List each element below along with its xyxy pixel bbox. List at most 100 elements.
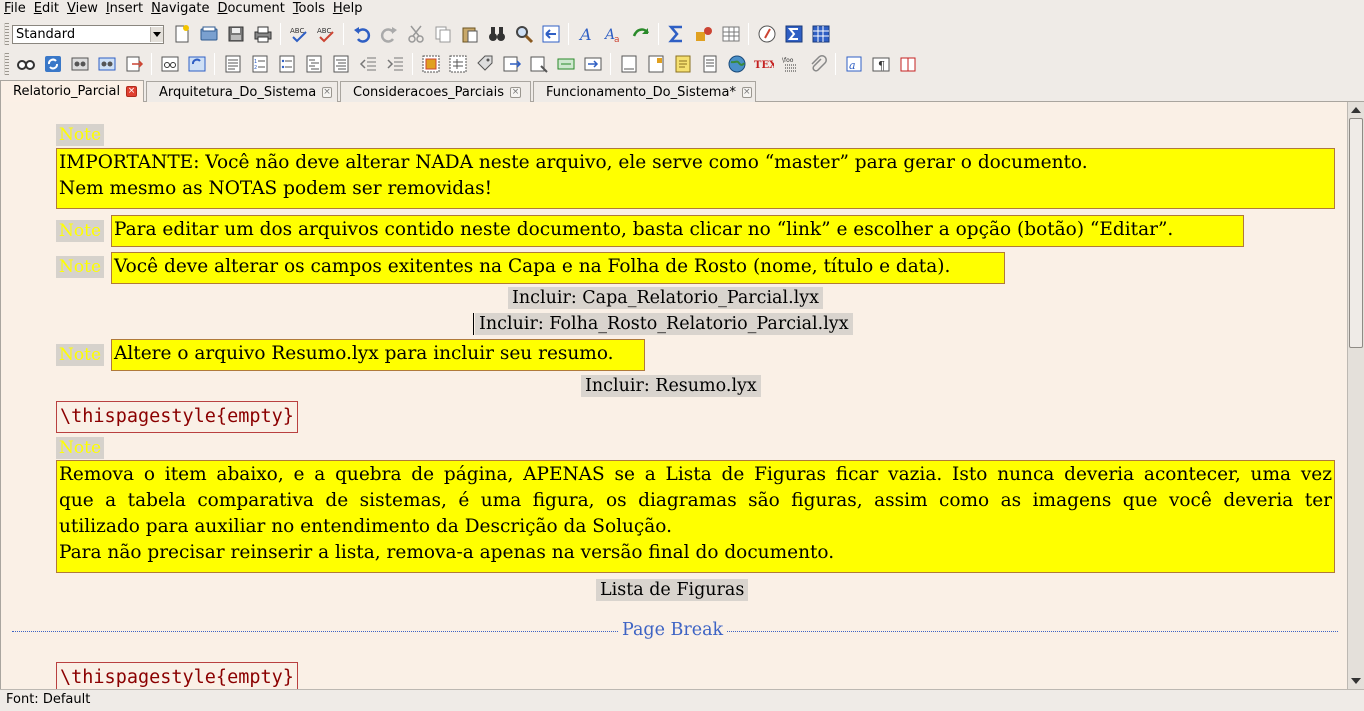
tab-funcionamento-do-sistema[interactable]: Funcionamento_Do_Sistema* × — [533, 81, 756, 102]
insert-attachment-button[interactable] — [806, 52, 830, 76]
print-button[interactable] — [251, 22, 275, 46]
close-icon[interactable]: × — [126, 86, 137, 97]
view-source-button[interactable] — [158, 52, 182, 76]
tab-arquitetura-do-sistema[interactable]: Arquitetura_Do_Sistema × — [146, 81, 338, 102]
vertical-scrollbar[interactable] — [1347, 102, 1364, 689]
close-icon[interactable]: × — [322, 86, 332, 98]
ert-inset-pagestyle[interactable]: \thispagestyle{empty} — [56, 401, 298, 433]
list-of-figures-inset[interactable]: Lista de Figuras — [596, 579, 749, 601]
insert-ert-button[interactable] — [698, 52, 722, 76]
redo-button[interactable] — [377, 22, 401, 46]
navigate-back-button[interactable] — [539, 22, 563, 46]
documentation-button[interactable] — [896, 52, 920, 76]
scrollbar-thumb[interactable] — [1349, 118, 1363, 348]
insert-table-float-button[interactable] — [446, 52, 470, 76]
view-master-button[interactable] — [68, 52, 92, 76]
ert-inset-pagestyle-2[interactable]: \thispagestyle{empty} — [56, 662, 298, 689]
update-source-button[interactable] — [185, 52, 209, 76]
itemize-button[interactable] — [275, 52, 299, 76]
description-button[interactable] — [302, 52, 326, 76]
note-label[interactable]: Note — [56, 220, 105, 242]
cut-button[interactable] — [404, 22, 428, 46]
scroll-down-icon[interactable] — [1350, 675, 1362, 687]
document-work-area[interactable]: Note IMPORTANTE: Você não deve alterar N… — [0, 102, 1347, 689]
note-label[interactable]: Note — [56, 437, 105, 459]
insert-box-button[interactable]: a — [842, 52, 866, 76]
include-resumo[interactable]: Incluir: Resumo.lyx — [581, 375, 761, 397]
menu-tools[interactable]: Tools — [289, 1, 329, 17]
note-label[interactable]: Note — [56, 256, 105, 278]
update-master-button[interactable] — [95, 52, 119, 76]
insert-margin-note-button[interactable] — [644, 52, 668, 76]
insert-math-macro-button[interactable]: \foo — [779, 52, 803, 76]
spellcheck-button[interactable]: ABC — [287, 22, 311, 46]
insert-cross-reference-button[interactable] — [500, 52, 524, 76]
toolbar-grip[interactable] — [4, 23, 9, 45]
paste-button[interactable] — [458, 22, 482, 46]
toggle-navigator-button[interactable] — [755, 22, 779, 46]
menu-help[interactable]: Help — [329, 1, 367, 17]
insert-table-button[interactable] — [719, 22, 743, 46]
menu-document[interactable]: Document — [213, 1, 288, 17]
scroll-up-icon[interactable] — [1350, 104, 1362, 116]
view-dvi-button[interactable] — [14, 52, 38, 76]
note-label[interactable]: Note — [56, 344, 105, 366]
tab-relatorio-parcial[interactable]: Relatorio_Parcial × — [0, 80, 144, 102]
insert-graphics-button[interactable] — [692, 22, 716, 46]
new-document-icon — [175, 25, 189, 43]
find-button[interactable] — [485, 22, 509, 46]
tab-consideracoes-parciais[interactable]: Consideracoes_Parciais × — [340, 81, 531, 102]
undo-button[interactable] — [350, 22, 374, 46]
insert-index-button[interactable] — [554, 52, 578, 76]
change-tracking-button[interactable] — [629, 22, 653, 46]
note-text: Para editar um dos arquivos contido nest… — [114, 219, 1174, 240]
export-button[interactable] — [122, 52, 146, 76]
note-inset-resumo[interactable]: Altere o arquivo Resumo.lyx para incluir… — [111, 339, 645, 371]
insert-math-button[interactable] — [665, 22, 689, 46]
menu-navigate[interactable]: Navigate — [147, 1, 213, 17]
close-icon[interactable]: × — [509, 86, 521, 98]
insert-tex-code-button[interactable]: TEX — [752, 52, 776, 76]
paragraph-settings-button[interactable]: ¶ — [869, 52, 893, 76]
toolbar-grip[interactable] — [4, 53, 9, 75]
include-folha-rosto[interactable]: Incluir: Folha_Rosto_Relatorio_Parcial.l… — [475, 313, 853, 335]
insert-footnote-button[interactable] — [617, 52, 641, 76]
close-icon[interactable]: × — [741, 86, 752, 98]
paragraph-layout-select[interactable]: Standard — [12, 24, 164, 44]
toggle-math-panel-button[interactable] — [782, 22, 806, 46]
page-break-label[interactable]: Page Break — [618, 619, 728, 641]
note-label[interactable]: Note — [56, 124, 105, 146]
paragraph-settings-icon: ¶ — [872, 57, 889, 72]
update-view-button[interactable] — [41, 52, 65, 76]
note-inset-lista-figuras[interactable]: Remova o item abaixo, e a quebra de pági… — [56, 460, 1335, 573]
menu-file[interactable]: File — [0, 1, 30, 17]
open-document-button[interactable] — [197, 22, 221, 46]
note-inset-important[interactable]: IMPORTANTE: Você não deve alterar NADA n… — [56, 148, 1335, 209]
align-left-button[interactable] — [221, 52, 245, 76]
copy-button[interactable] — [431, 22, 455, 46]
insert-hyperlink-button[interactable] — [725, 52, 749, 76]
insert-citation-button[interactable] — [527, 52, 551, 76]
toggle-table-panel-button[interactable] — [809, 22, 833, 46]
insert-note-button[interactable] — [671, 52, 695, 76]
save-button[interactable] — [224, 22, 248, 46]
emphasis-button[interactable]: A — [575, 22, 599, 46]
depth-decrease-button[interactable] — [356, 52, 380, 76]
new-document-button[interactable] — [170, 22, 194, 46]
menu-edit[interactable]: Edit — [30, 1, 63, 17]
text-style-button[interactable]: Aa — [602, 22, 626, 46]
thesaurus-icon: ABC — [317, 27, 334, 43]
menu-view[interactable]: View — [63, 1, 102, 17]
enumerate-button[interactable]: 12 — [248, 52, 272, 76]
menu-insert[interactable]: Insert — [102, 1, 147, 17]
insert-figure-float-button[interactable] — [419, 52, 443, 76]
zoom-button[interactable] — [512, 22, 536, 46]
depth-increase-button[interactable] — [383, 52, 407, 76]
note-inset-edit-files[interactable]: Para editar um dos arquivos contido nest… — [111, 215, 1244, 247]
list-button[interactable] — [329, 52, 353, 76]
insert-label-button[interactable] — [473, 52, 497, 76]
include-capa[interactable]: Incluir: Capa_Relatorio_Parcial.lyx — [508, 287, 823, 309]
insert-nomenclature-button[interactable] — [581, 52, 605, 76]
thesaurus-button[interactable]: ABC — [314, 22, 338, 46]
note-inset-capa-fields[interactable]: Você deve alterar os campos exitentes na… — [111, 252, 1005, 284]
